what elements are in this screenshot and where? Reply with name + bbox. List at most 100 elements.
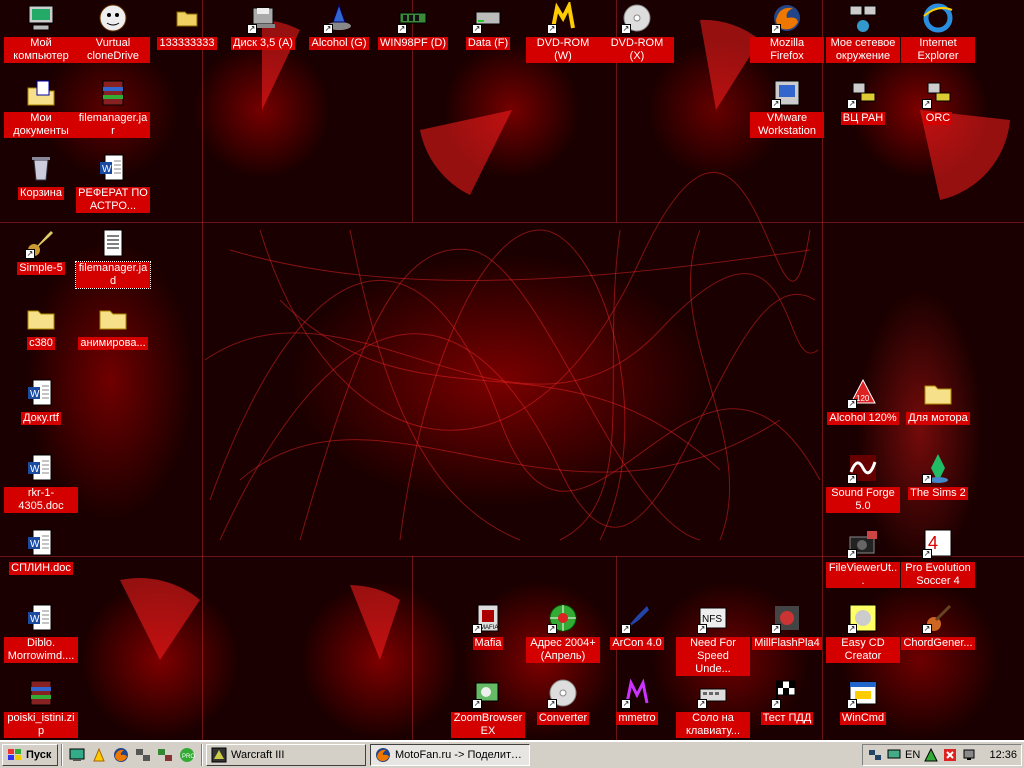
desktop-icon-zoombrowser[interactable]: ↗ ZoomBrowser EX	[451, 677, 525, 738]
desktop-icon-sound-forge[interactable]: ↗ Sound Forge 5.0	[826, 452, 900, 513]
word-icon: W	[25, 527, 57, 559]
desktop-icon-dvd-x[interactable]: ↗ DVD-ROM (X)	[600, 2, 674, 63]
metro-icon: ↗	[621, 677, 653, 709]
desktop-icon-referat[interactable]: W РЕФЕРАТ ПО АСТРО...	[76, 152, 150, 213]
desktop[interactable]: Мой компьютер Vurtual cloneDrive 133333333…	[0, 0, 1024, 740]
shortcut-arrow-icon: ↗	[247, 24, 257, 34]
desktop-icon-internet-explorer[interactable]: Internet Explorer	[901, 2, 975, 63]
desktop-icon-disk-a[interactable]: ↗ Диск 3,5 (A)	[226, 2, 300, 50]
desktop-icon-label: Sound Forge 5.0	[826, 487, 900, 513]
cd-icon: ↗	[621, 2, 653, 34]
camera-icon: ↗	[847, 527, 879, 559]
desktop-icon-mmetro[interactable]: ↗ mmetro	[600, 677, 674, 725]
clock[interactable]: 12:36	[989, 749, 1017, 761]
desktop-icon-network[interactable]: Мое сетевое окружение	[826, 2, 900, 63]
globe-icon: ↗	[547, 602, 579, 634]
winamp-icon[interactable]	[88, 744, 110, 766]
shortcut-arrow-icon: ↗	[922, 474, 932, 484]
desktop-icon-diblo[interactable]: W Diblo. Morrowimd....	[4, 602, 78, 663]
mafia-icon: MAFIA ↗	[472, 602, 504, 634]
network-tray-icon[interactable]	[867, 747, 883, 763]
vmware-icon: ↗	[771, 77, 803, 109]
desktop-icon-orc[interactable]: ↗ ORC	[901, 77, 975, 125]
desktop-icon-c380[interactable]: c380	[4, 302, 78, 350]
desktop-icon-poiski[interactable]: poiski_istini.zip	[4, 677, 78, 738]
panel-divider	[0, 222, 1024, 223]
desktop-icon-filemanager-jar[interactable]: filemanager.jar	[76, 77, 150, 138]
word-icon: W	[25, 452, 57, 484]
desktop-icon-label: rkr-1-4305.doc	[4, 487, 78, 513]
desktop-icon-label: Diblo. Morrowimd....	[4, 637, 78, 663]
desktop-icon-dvd-w[interactable]: ↗ DVD-ROM (W)	[526, 2, 600, 63]
desktop-icon-wincmd[interactable]: ↗ WinCmd	[826, 677, 900, 725]
desktop-icon-label: The Sims 2	[908, 487, 968, 500]
desktop-icon-my-computer[interactable]: Мой компьютер	[4, 2, 78, 63]
shortcut-arrow-icon: ↗	[547, 624, 557, 634]
network-tool-icon[interactable]	[132, 744, 154, 766]
desktop-icon-vc-ran[interactable]: ↗ ВЦ РАН	[826, 77, 900, 125]
desktop-icon-converter[interactable]: ↗ Converter	[526, 677, 600, 725]
quick-launch: PRO	[66, 744, 198, 766]
start-button[interactable]: Пуск	[2, 743, 58, 766]
svg-text:W: W	[102, 164, 112, 175]
desktop-icon-rkr-doc[interactable]: Wrkr-1-4305.doc	[4, 452, 78, 513]
close-tray-icon[interactable]	[942, 747, 958, 763]
desktop-icon-label: Мои документы	[4, 112, 78, 138]
firefox-icon[interactable]	[110, 744, 132, 766]
task-button[interactable]: MotoFan.ru -> Поделитес...	[370, 743, 530, 766]
taskbar: Пуск PRO Warcraft III MotoFan.ru -> Подел…	[0, 740, 1024, 768]
desktop-icon-millflash[interactable]: ↗ MillFlashPla4	[750, 602, 824, 650]
desktop-icon-simple-5[interactable]: ↗ Simple-5	[4, 227, 78, 275]
display-tray-icon[interactable]	[961, 747, 977, 763]
taskbar-separator	[201, 743, 203, 766]
desktop-icon-alcohol120[interactable]: 120 ↗ Alcohol 120%	[826, 377, 900, 425]
language-indicator[interactable]: EN	[905, 749, 920, 761]
folder-small-icon	[171, 2, 203, 34]
shortcut-arrow-icon: ↗	[621, 624, 631, 634]
ie-icon	[922, 2, 954, 34]
desktop-icon-recycle-bin[interactable]: Корзина	[4, 152, 78, 200]
desktop-icon-vmware[interactable]: ↗ VMware Workstation	[750, 77, 824, 138]
desktop-icon-arcon[interactable]: ↗ ArCon 4.0	[600, 602, 674, 650]
word-icon: W	[97, 152, 129, 184]
shortcut-arrow-icon: ↗	[847, 399, 857, 409]
desktop-icon-nfs[interactable]: NFS ↗ Need For Speed Unde...	[676, 602, 750, 676]
desktop-icon-adres2004[interactable]: ↗ Адрес 2004+ (Апрель)	[526, 602, 600, 663]
desktop-icon-my-documents[interactable]: Мои документы	[4, 77, 78, 138]
taskbar-separator	[61, 743, 63, 766]
desktop-icon-win98pf[interactable]: ↗ WIN98PF (D)	[376, 2, 450, 50]
alcohol-icon: 120 ↗	[847, 377, 879, 409]
warning-tray-icon[interactable]	[923, 747, 939, 763]
desktop-icon-pes4[interactable]: 4 ↗ Pro Evolution Soccer 4	[901, 527, 975, 588]
desktop-icon-data-f[interactable]: ↗ Data (F)	[451, 2, 525, 50]
desktop-icon-label: Корзина	[18, 187, 64, 200]
easycd-icon: ↗	[847, 602, 879, 634]
folder-icon	[25, 302, 57, 334]
folder-icon	[97, 302, 129, 334]
monitor-tray-icon[interactable]	[886, 747, 902, 763]
desktop-icon-dlya-motora[interactable]: Для мотора	[901, 377, 975, 425]
desktop-icon-solo[interactable]: ↗ Соло на клавиату...	[676, 677, 750, 738]
desktop-icon-alcohol-g[interactable]: ↗ Alcohol (G)	[302, 2, 376, 50]
desktop-icon-label: ORC	[923, 112, 953, 125]
desktop-icon-doku-rtf[interactable]: W Доку.rtf	[4, 377, 78, 425]
pro-icon[interactable]: PRO	[176, 744, 198, 766]
desktop-icon-the-sims-2[interactable]: ↗ The Sims 2	[901, 452, 975, 500]
desktop-icon-fileviewer[interactable]: ↗ FileViewerUt...	[826, 527, 900, 588]
network-tool2-icon[interactable]	[154, 744, 176, 766]
desktop-icon-mozilla-firefox[interactable]: ↗ Mozilla Firefox	[750, 2, 824, 63]
shortcut-arrow-icon: ↗	[397, 24, 407, 34]
desktop-icon-splin-doc[interactable]: W СПЛИН.doc	[4, 527, 78, 575]
desktop-icon-animirova[interactable]: анимирова...	[76, 302, 150, 350]
desktop-icon-chordgen[interactable]: ↗ ChordGener...	[901, 602, 975, 650]
desktop-icon-virtual-clonedrive[interactable]: Vurtual cloneDrive	[76, 2, 150, 63]
textfile-icon	[97, 227, 129, 259]
desktop-icon-test-pdd[interactable]: ↗ Тест ПДД	[750, 677, 824, 725]
desktop-icon-mafia[interactable]: MAFIA ↗ Mafia	[451, 602, 525, 650]
word-icon: W	[25, 377, 57, 409]
desktop-icon-easycd[interactable]: ↗ Easy CD Creator	[826, 602, 900, 663]
show-desktop-icon[interactable]	[66, 744, 88, 766]
desktop-icon-filemanager-jad[interactable]: filemanager.jad	[75, 227, 151, 289]
task-button[interactable]: Warcraft III	[206, 743, 366, 766]
desktop-icon-folder-133[interactable]: 133333333	[150, 2, 224, 50]
